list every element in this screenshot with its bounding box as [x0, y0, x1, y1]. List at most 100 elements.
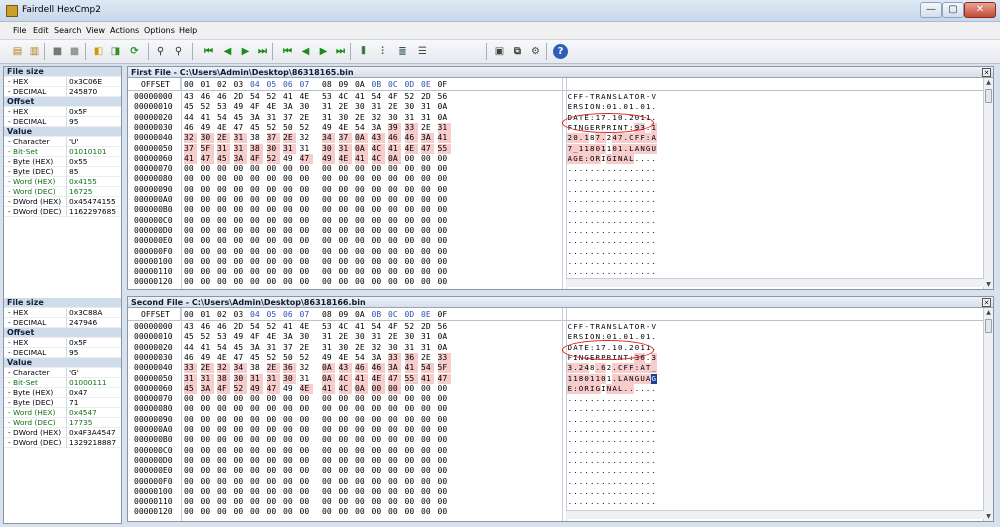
- hex-byte[interactable]: 46: [201, 322, 214, 332]
- hex-row[interactable]: 00000010 45 52 53 49 4F 4E 3A 30 31 2E 30 31 2E 30 31 0A…: [128, 332, 984, 342]
- hex-byte[interactable]: 00: [438, 425, 451, 435]
- hex-byte[interactable]: 00: [339, 247, 352, 257]
- hex-byte[interactable]: 00: [355, 195, 368, 205]
- hex-byte[interactable]: 00: [234, 425, 247, 435]
- hex-byte[interactable]: 3A: [372, 123, 385, 133]
- ascii-text[interactable]: CFF-TRANSLATOR-V: [567, 322, 657, 332]
- hex-byte[interactable]: 52: [266, 153, 280, 164]
- hex-byte[interactable]: 4C: [338, 383, 352, 394]
- find-button[interactable]: ⚲: [153, 44, 168, 59]
- hex-byte[interactable]: 00: [300, 425, 313, 435]
- hex-byte[interactable]: 00: [250, 226, 263, 236]
- hex-byte[interactable]: 00: [339, 205, 352, 215]
- hex-byte[interactable]: 00: [300, 216, 313, 226]
- hex-byte[interactable]: 00: [267, 446, 280, 456]
- hex-byte[interactable]: 00: [300, 267, 313, 277]
- hex-byte[interactable]: 31: [322, 113, 335, 123]
- split-vertical-button[interactable]: ⫴: [356, 44, 371, 59]
- hex-byte[interactable]: 37: [184, 143, 197, 154]
- hex-byte[interactable]: 52: [201, 102, 214, 112]
- hex-byte[interactable]: 00: [217, 497, 230, 507]
- hex-byte[interactable]: 00: [300, 404, 313, 414]
- hex-byte[interactable]: 32: [217, 363, 230, 374]
- ascii-text[interactable]: ................: [567, 487, 657, 497]
- hex-byte[interactable]: 45: [250, 123, 263, 133]
- hex-byte[interactable]: 00: [322, 446, 335, 456]
- hex-byte[interactable]: 4E: [338, 153, 352, 164]
- hex-byte[interactable]: 00: [283, 477, 296, 487]
- hex-byte[interactable]: 00: [372, 415, 385, 425]
- refresh-button[interactable]: ⟳: [127, 44, 142, 59]
- ascii-text[interactable]: ................: [567, 247, 657, 257]
- hex-byte[interactable]: 00: [283, 195, 296, 205]
- hex-row[interactable]: 00000050 31 31 38 30 31 31 30 31 0A 4C 41 4E 47 55 41 47…: [128, 373, 984, 384]
- vertical-scrollbar[interactable]: ▲ ▼: [983, 308, 993, 521]
- hex-row[interactable]: 00000030 46 49 4E 47 45 52 50 52 49 4E 54 3A 33 36 2E 33…: [128, 352, 984, 363]
- hex-byte[interactable]: 32: [184, 133, 197, 144]
- hex-byte[interactable]: 00: [300, 277, 313, 287]
- hex-byte[interactable]: 30: [300, 332, 313, 342]
- hex-byte[interactable]: 31: [233, 133, 247, 144]
- hex-byte[interactable]: 0A: [438, 332, 451, 342]
- hex-byte[interactable]: 45: [184, 102, 197, 112]
- hex-byte[interactable]: 00: [234, 164, 247, 174]
- hex-byte[interactable]: 00: [267, 267, 280, 277]
- hex-byte[interactable]: 00: [267, 257, 280, 267]
- ascii-text[interactable]: ................: [567, 205, 657, 215]
- hex-byte[interactable]: 00: [234, 205, 247, 215]
- hex-row[interactable]: 00000090 00 00 00 00 00 00 00 00 00 00 00 00 00 00 00 00…: [128, 185, 984, 195]
- hex-byte[interactable]: 00: [217, 236, 230, 246]
- hex-byte[interactable]: 00: [405, 466, 418, 476]
- hex-byte[interactable]: 00: [372, 497, 385, 507]
- hex-byte[interactable]: 00: [438, 267, 451, 277]
- hex-byte[interactable]: 00: [421, 394, 434, 404]
- hex-byte[interactable]: 00: [234, 466, 247, 476]
- hex-byte[interactable]: 53: [322, 322, 335, 332]
- hex-byte[interactable]: 00: [372, 456, 385, 466]
- hex-byte[interactable]: 0A: [322, 373, 335, 384]
- hex-byte[interactable]: 00: [184, 404, 197, 414]
- hex-byte[interactable]: 00: [355, 277, 368, 287]
- hex-byte[interactable]: 00: [184, 507, 197, 517]
- hex-byte[interactable]: 30: [339, 343, 352, 353]
- hex-byte[interactable]: 00: [250, 174, 263, 184]
- hex-byte[interactable]: 00: [405, 154, 418, 164]
- hex-byte[interactable]: 55: [404, 373, 418, 384]
- hex-row[interactable]: 00000050 37 5F 31 31 38 30 31 31 30 31 0A 4C 41 4E 47 55…: [128, 143, 984, 154]
- hex-byte[interactable]: 00: [201, 226, 214, 236]
- hex-byte[interactable]: 00: [300, 415, 313, 425]
- hex-byte[interactable]: 00: [339, 446, 352, 456]
- hex-byte[interactable]: 00: [234, 267, 247, 277]
- hex-byte[interactable]: 00: [184, 267, 197, 277]
- hex-row[interactable]: 000000A0 00 00 00 00 00 00 00 00 00 00 00 00 00 00 00 00…: [128, 195, 984, 205]
- hex-byte[interactable]: 00: [421, 247, 434, 257]
- hex-byte[interactable]: 00: [283, 226, 296, 236]
- hex-byte[interactable]: 00: [250, 487, 263, 497]
- hex-byte[interactable]: 00: [421, 205, 434, 215]
- hex-byte[interactable]: 00: [283, 487, 296, 497]
- hex-byte[interactable]: 49: [201, 123, 214, 133]
- hex-byte[interactable]: 00: [201, 394, 214, 404]
- hex-byte[interactable]: 52: [267, 92, 280, 102]
- hex-row[interactable]: 00000110 00 00 00 00 00 00 00 00 00 00 00 00 00 00 00 00…: [128, 267, 984, 277]
- hex-byte[interactable]: 00: [201, 267, 214, 277]
- hex-byte[interactable]: 00: [283, 425, 296, 435]
- hex-byte[interactable]: 00: [184, 195, 197, 205]
- hex-byte[interactable]: 31: [322, 343, 335, 353]
- hex-byte[interactable]: 52: [300, 353, 313, 363]
- hex-byte[interactable]: 00: [184, 394, 197, 404]
- hex-byte[interactable]: 52: [405, 322, 418, 332]
- hex-byte[interactable]: 2E: [300, 113, 313, 123]
- hex-byte[interactable]: 0A: [355, 133, 368, 144]
- hex-byte[interactable]: 31: [421, 113, 434, 123]
- hex-byte[interactable]: 00: [438, 226, 451, 236]
- hex-byte[interactable]: 00: [217, 466, 230, 476]
- hex-byte[interactable]: 46: [388, 133, 401, 144]
- hex-byte[interactable]: 4E: [339, 123, 352, 133]
- hex-byte[interactable]: 00: [250, 446, 263, 456]
- ascii-text[interactable]: ................: [567, 404, 657, 414]
- menu-help[interactable]: Help: [179, 26, 197, 35]
- hex-row[interactable]: 00000000 43 46 46 2D 54 52 41 4E 53 4C 41 54 4F 52 2D 56…: [128, 92, 984, 102]
- hex-byte[interactable]: 00: [355, 164, 368, 174]
- hex-byte[interactable]: 31: [437, 122, 451, 133]
